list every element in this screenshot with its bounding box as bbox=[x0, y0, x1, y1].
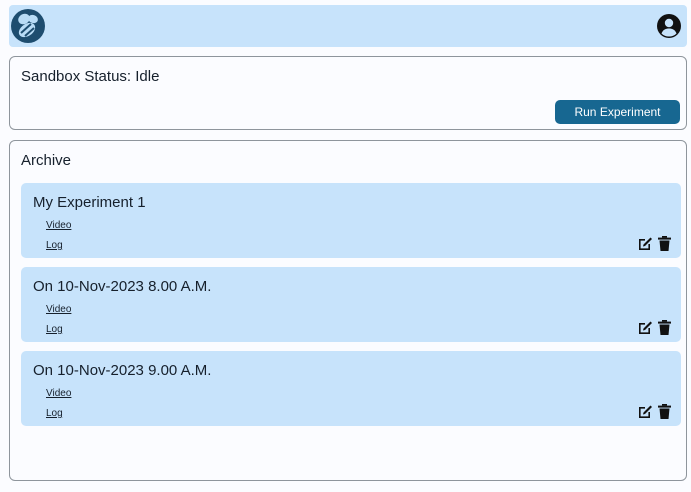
archive-title: Archive bbox=[21, 152, 72, 169]
archive-item: On 10-Nov-2023 8.00 A.M. Video Log bbox=[21, 267, 681, 342]
top-bar bbox=[9, 5, 687, 47]
log-link[interactable]: Log bbox=[46, 408, 63, 419]
trash-icon[interactable] bbox=[656, 235, 673, 252]
archive-item: On 10-Nov-2023 9.00 A.M. Video Log bbox=[21, 351, 681, 426]
archive-item-title: On 10-Nov-2023 9.00 A.M. bbox=[33, 362, 212, 379]
video-link[interactable]: Video bbox=[46, 388, 71, 399]
edit-icon[interactable] bbox=[637, 319, 654, 336]
sandbox-status-panel: Sandbox Status: Idle Run Experiment bbox=[9, 56, 687, 130]
sandbox-status-text: Sandbox Status: Idle bbox=[21, 68, 160, 85]
edit-icon[interactable] bbox=[637, 403, 654, 420]
trash-icon[interactable] bbox=[656, 319, 673, 336]
archive-item-title: My Experiment 1 bbox=[33, 194, 146, 211]
log-link[interactable]: Log bbox=[46, 240, 63, 251]
archive-item-title: On 10-Nov-2023 8.00 A.M. bbox=[33, 278, 212, 295]
bee-logo-icon[interactable] bbox=[11, 9, 45, 43]
archive-panel: Archive My Experiment 1 Video Log On 10-… bbox=[9, 140, 687, 481]
trash-icon[interactable] bbox=[656, 403, 673, 420]
run-experiment-button[interactable]: Run Experiment bbox=[555, 100, 680, 124]
log-link[interactable]: Log bbox=[46, 324, 63, 335]
archive-item: My Experiment 1 Video Log bbox=[21, 183, 681, 258]
video-link[interactable]: Video bbox=[46, 220, 71, 231]
user-circle-icon[interactable] bbox=[657, 14, 681, 38]
video-link[interactable]: Video bbox=[46, 304, 71, 315]
edit-icon[interactable] bbox=[637, 235, 654, 252]
